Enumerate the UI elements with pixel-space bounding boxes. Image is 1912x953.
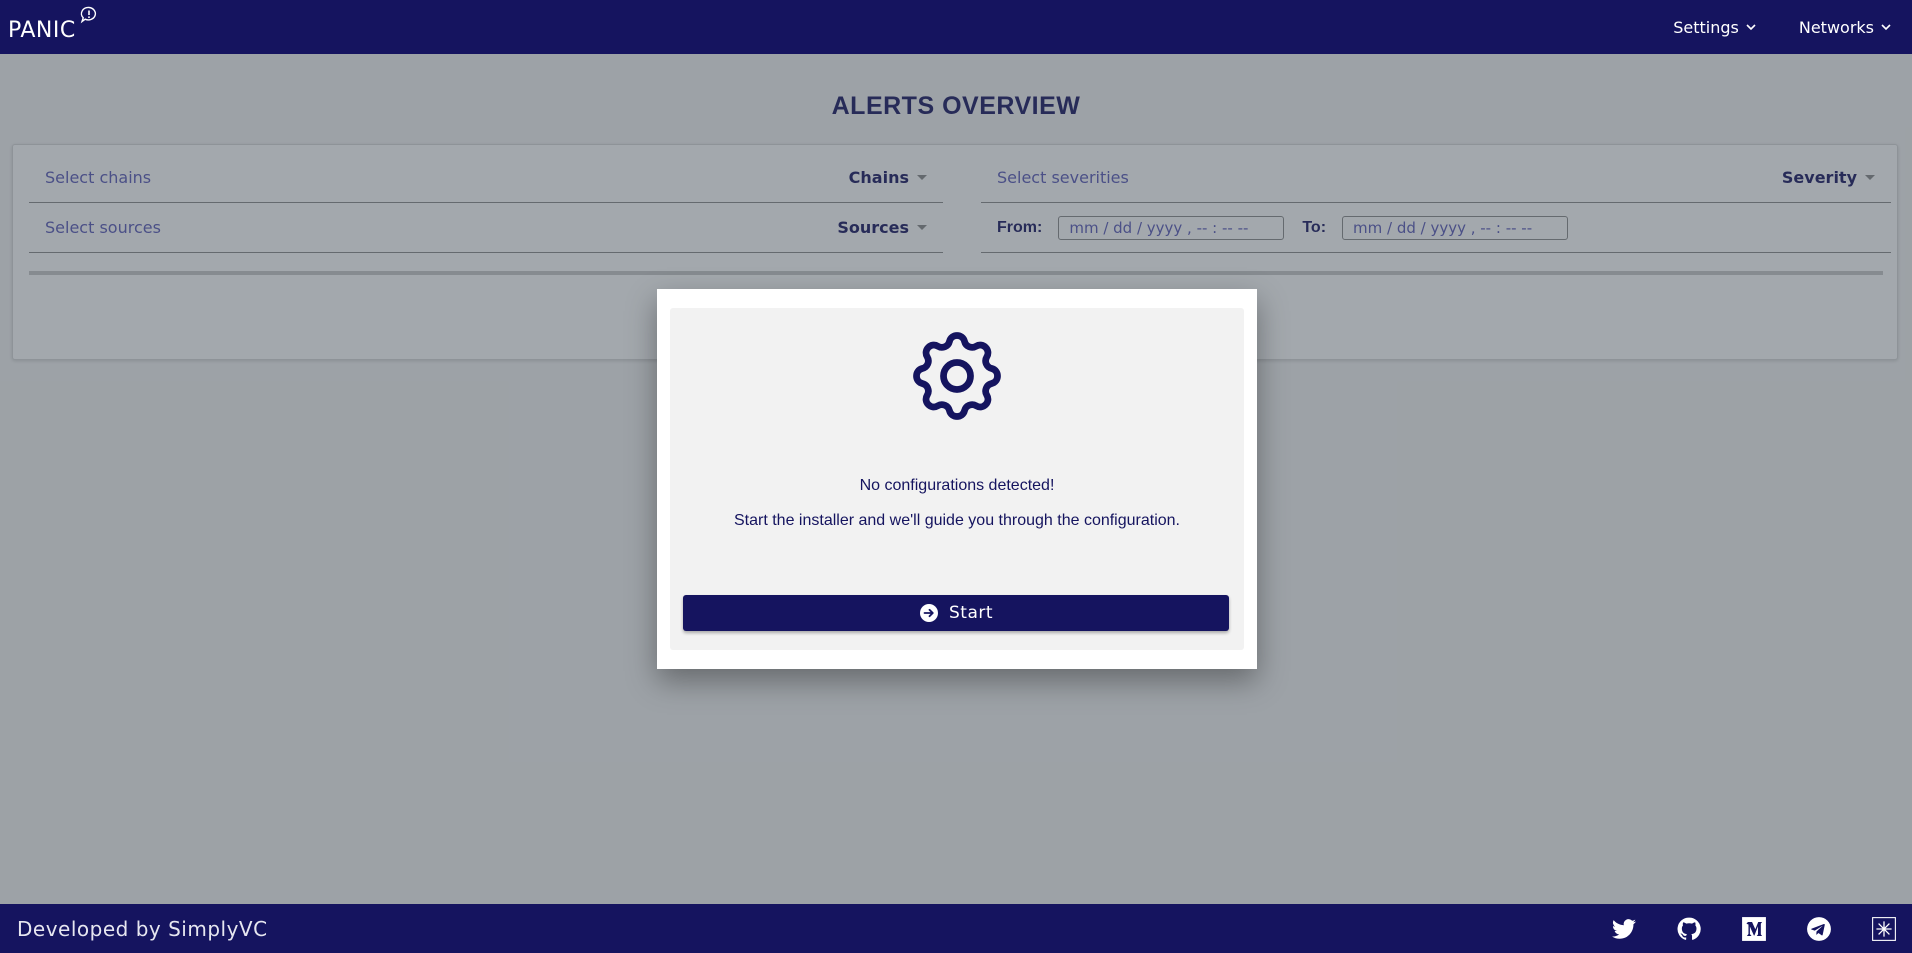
footer-credit: Developed by SimplyVC	[17, 917, 268, 941]
speech-bubble-icon	[80, 6, 97, 24]
chevron-down-icon	[1881, 24, 1891, 31]
modal-message: Start the installer and we'll guide you …	[734, 512, 1180, 529]
twitter-icon[interactable]	[1611, 916, 1637, 942]
start-label: Start	[948, 603, 994, 623]
nav-networks[interactable]: Networks	[1777, 0, 1912, 54]
modal-title: No configurations detected!	[859, 477, 1055, 494]
nav-menu: Settings Networks	[1651, 0, 1912, 54]
logo-text: PANIC	[8, 18, 76, 43]
no-config-modal: No configurations detected! Start the in…	[657, 289, 1257, 669]
footer: Developed by SimplyVC	[0, 904, 1912, 953]
github-icon[interactable]	[1676, 916, 1702, 942]
gear-icon	[913, 332, 1001, 420]
nav-networks-label: Networks	[1798, 17, 1874, 37]
nav-settings-label: Settings	[1673, 17, 1739, 37]
simplyvc-icon[interactable]	[1871, 916, 1897, 942]
start-button[interactable]: Start	[683, 595, 1229, 631]
panic-logo[interactable]: PANIC	[8, 6, 104, 46]
navbar: PANIC Settings Networks	[0, 0, 1912, 54]
telegram-icon[interactable]	[1806, 916, 1832, 942]
arrow-right-circle-icon	[919, 604, 938, 622]
chevron-down-icon	[1746, 24, 1756, 31]
medium-icon[interactable]	[1741, 916, 1767, 942]
nav-settings[interactable]: Settings	[1651, 0, 1777, 54]
modal-content: No configurations detected! Start the in…	[670, 308, 1244, 650]
